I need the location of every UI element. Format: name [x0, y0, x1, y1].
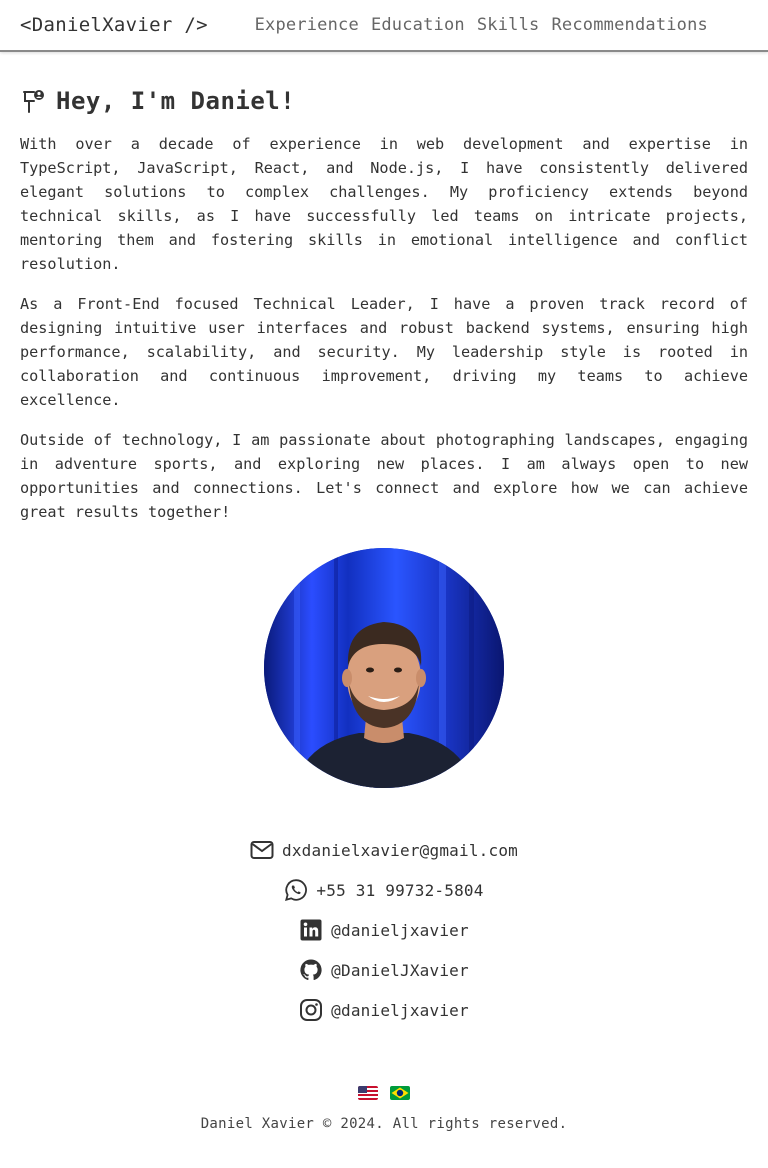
contact-whatsapp[interactable]: +55 31 99732-5804 — [284, 878, 483, 902]
page-title: Hey, I'm Daniel! — [56, 87, 296, 115]
contact-instagram-text: @danieljxavier — [331, 1000, 469, 1020]
whatsapp-icon — [285, 879, 308, 901]
contact-github[interactable]: @DanielJXavier — [299, 958, 469, 982]
linkedin-icon — [300, 919, 322, 941]
intro-paragraph-2: As a Front-End focused Technical Leader,… — [20, 295, 748, 409]
nav-recommendations[interactable]: Recommendations — [551, 15, 708, 35]
nav-experience[interactable]: Experience — [255, 15, 359, 35]
intro-paragraph-1: With over a decade of experience in web … — [20, 135, 748, 273]
intro-heading: Hey, I'm Daniel! — [20, 86, 748, 116]
envelope-icon — [250, 841, 274, 859]
contact-linkedin-text: @danieljxavier — [331, 920, 469, 940]
language-switcher — [20, 1086, 748, 1100]
brazil-flag-icon[interactable] — [390, 1086, 410, 1100]
intro-paragraph-3: Outside of technology, I am passionate a… — [20, 431, 748, 521]
main-nav: Experience Education Skills Recommendati… — [255, 15, 708, 35]
site-logo[interactable]: <DanielXavier /> — [20, 14, 208, 36]
nav-education[interactable]: Education — [371, 15, 465, 35]
contact-github-text: @DanielJXavier — [331, 960, 469, 980]
instagram-icon — [300, 999, 323, 1021]
contact-email-text: dxdanielxavier@gmail.com — [282, 840, 518, 860]
github-icon — [300, 959, 322, 981]
avatar-container — [20, 548, 748, 788]
nav-skills[interactable]: Skills — [477, 15, 540, 35]
profile-photo-illustration — [264, 548, 504, 788]
contact-list: dxdanielxavier@gmail.com +55 31 99732-58… — [20, 838, 748, 1022]
main-content: Hey, I'm Daniel! With over a decade of e… — [0, 86, 768, 1132]
footer-copyright: Daniel Xavier © 2024. All rights reserve… — [200, 1116, 568, 1132]
contact-instagram[interactable]: @danieljxavier — [299, 998, 469, 1022]
contact-email[interactable]: dxdanielxavier@gmail.com — [250, 838, 518, 862]
contact-linkedin[interactable]: @danieljxavier — [299, 918, 469, 942]
us-flag-icon[interactable] — [358, 1086, 378, 1100]
contact-whatsapp-text: +55 31 99732-5804 — [316, 880, 484, 900]
site-header: <DanielXavier /> Experience Education Sk… — [0, 0, 768, 52]
profile-photo — [264, 548, 504, 788]
person-pin-icon — [23, 90, 44, 113]
